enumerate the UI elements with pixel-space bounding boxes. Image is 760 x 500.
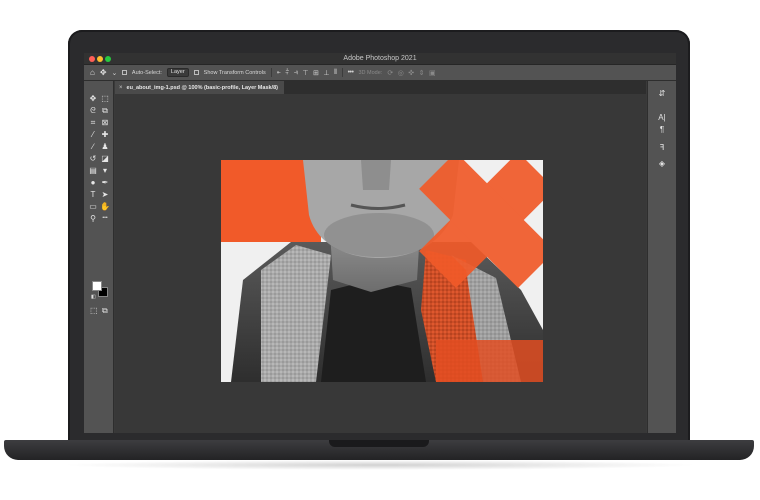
screen-mode-icon[interactable]: ⧉ <box>102 306 108 316</box>
document-tab[interactable]: × eu_about_img-1.psd @ 100% (basic-profi… <box>115 81 284 94</box>
app-title: Adobe Photoshop 2021 <box>343 55 417 62</box>
quick-mask-icon[interactable]: ⬚ <box>90 306 98 315</box>
auto-select-checkbox[interactable] <box>121 70 127 75</box>
healing-brush-tool-icon[interactable]: ✚ <box>99 130 111 139</box>
blur-tool-icon[interactable]: ▾ <box>99 166 111 175</box>
align-left-icon[interactable]: ⫦ <box>277 69 281 77</box>
home-icon[interactable]: ⌂ <box>90 68 95 77</box>
brush-tool-icon[interactable]: ∕ <box>87 142 99 151</box>
zoom-tool-icon[interactable]: ⚲ <box>87 214 99 223</box>
tool-grid: ✥ ⬚ ᘓ ⧉ ⌗ ⊠ ⁄ ✚ ∕ ♟ ↺ ◪ ▤ ▾ ● ✒ T ➤ ▭ ✋ ⚲ ••• <box>87 94 111 223</box>
document-image <box>221 160 543 382</box>
paragraph-panel-icon[interactable]: ¶ <box>655 125 669 135</box>
align-center-icon[interactable]: ⫩ <box>285 69 289 77</box>
3d-roll-icon[interactable]: ◎ <box>398 69 404 77</box>
laptop-shadow <box>60 460 700 470</box>
move-tool-icon[interactable]: ✥ <box>87 94 99 103</box>
document-canvas[interactable] <box>221 160 543 382</box>
auto-select-label: Auto-Select: <box>131 69 162 76</box>
document-tab-label: eu_about_img-1.psd @ 100% (basic-profile… <box>126 84 278 91</box>
document-tab-bar: × eu_about_img-1.psd @ 100% (basic-profi… <box>115 81 646 94</box>
history-brush-tool-icon[interactable]: ↺ <box>87 154 99 163</box>
more-options-icon[interactable]: ••• <box>348 69 354 76</box>
tools-panel: ✥ ⬚ ᘓ ⧉ ⌗ ⊠ ⁄ ✚ ∕ ♟ ↺ ◪ ▤ ▾ ● ✒ T ➤ ▭ ✋ ⚲ ••• ◧ ⬚ ⧉ <box>84 81 114 433</box>
divider <box>270 68 272 77</box>
options-bar: ⌂ ✥ ⌄ Auto-Select: Layer Show Transform … <box>84 65 676 81</box>
edit-toolbar-icon[interactable]: ••• <box>99 214 111 223</box>
title-bar: Adobe Photoshop 2021 <box>84 53 676 65</box>
3d-mode-label: 3D Mode: <box>358 69 383 76</box>
object-select-tool-icon[interactable]: ⧉ <box>99 106 111 115</box>
3d-orbit-icon[interactable]: ⟳ <box>387 69 393 77</box>
crop-tool-icon[interactable]: ⌗ <box>87 118 99 127</box>
dodge-tool-icon[interactable]: ● <box>87 178 99 187</box>
3d-slide-icon[interactable]: ⇕ <box>419 69 425 77</box>
character-panel-icon[interactable]: A| <box>655 113 669 123</box>
learn-panel-icon[interactable]: ⇵ <box>655 89 669 99</box>
clone-stamp-tool-icon[interactable]: ♟ <box>99 142 111 151</box>
eraser-tool-icon[interactable]: ◪ <box>99 154 111 163</box>
lasso-tool-icon[interactable]: ᘓ <box>87 106 99 115</box>
eyedropper-tool-icon[interactable]: ⁄ <box>87 130 99 139</box>
close-icon[interactable]: × <box>119 85 123 91</box>
3d-scale-icon[interactable]: ▣ <box>429 69 436 77</box>
canvas-area[interactable] <box>115 94 646 433</box>
align-right-icon[interactable]: ⫣ <box>294 69 298 77</box>
laptop-notch <box>329 440 429 447</box>
divider <box>341 68 343 77</box>
pen-tool-icon[interactable]: ✒ <box>99 178 111 187</box>
layers-panel-icon[interactable]: ◈ <box>655 159 669 169</box>
align-middle-icon[interactable]: ⊞ <box>313 69 319 77</box>
transform-controls-checkbox[interactable] <box>193 70 199 75</box>
rectangle-tool-icon[interactable]: ▭ <box>87 202 99 211</box>
photoshop-window: Adobe Photoshop 2021 ⌂ ✥ ⌄ Auto-Select: … <box>84 53 676 433</box>
type-tool-icon[interactable]: T <box>87 190 99 199</box>
align-top-icon[interactable]: ⊤ <box>302 69 308 77</box>
move-tool-preset-icon[interactable]: ✥ <box>100 68 107 77</box>
path-select-tool-icon[interactable]: ➤ <box>99 190 111 199</box>
chevron-down-icon[interactable]: ⌄ <box>112 69 118 77</box>
panel-dock: ⇵ A| ¶ ꟻ ◈ <box>647 81 676 433</box>
marquee-tool-icon[interactable]: ⬚ <box>99 94 111 103</box>
foreground-color-swatch[interactable] <box>92 281 102 291</box>
hand-tool-icon[interactable]: ✋ <box>99 202 111 211</box>
gradient-tool-icon[interactable]: ▤ <box>87 166 99 175</box>
transform-controls-label: Show Transform Controls <box>203 69 266 76</box>
glyphs-panel-icon[interactable]: ꟻ <box>655 143 669 153</box>
distribute-icon[interactable]: ⦀ <box>334 69 337 77</box>
3d-pan-icon[interactable]: ✜ <box>408 69 414 77</box>
default-colors-icon[interactable]: ◧ <box>91 294 96 300</box>
align-bottom-icon[interactable]: ⊥ <box>323 69 329 77</box>
auto-select-dropdown[interactable]: Layer <box>166 68 189 77</box>
frame-tool-icon[interactable]: ⊠ <box>99 118 111 127</box>
